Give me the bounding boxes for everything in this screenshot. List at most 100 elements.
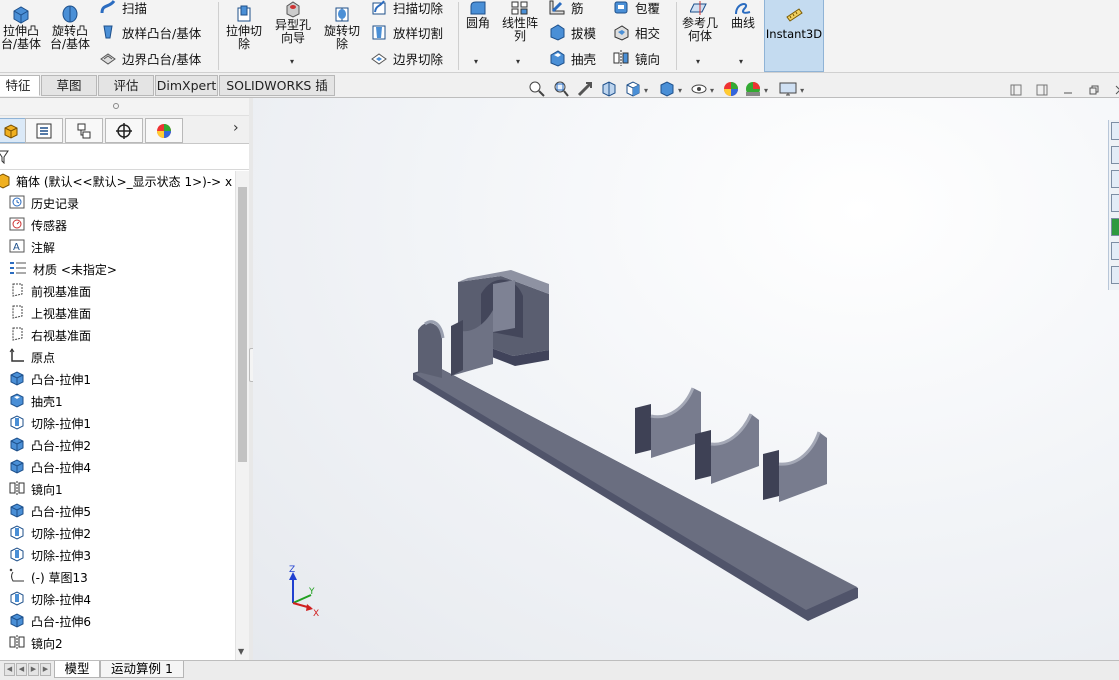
tree-item[interactable]: 切除-拉伸3 [0,544,236,566]
tree-item[interactable]: 右视基准面 [0,324,236,346]
tab-model[interactable]: 模型 [54,661,100,678]
section-view-icon[interactable] [600,80,618,101]
minimize-icon[interactable] [1055,82,1081,98]
tab-configuration-manager[interactable] [65,118,103,143]
view-settings-caret[interactable]: ▾ [800,86,804,95]
hide-show-caret[interactable]: ▾ [710,86,714,95]
panel-collapse-right-icon[interactable] [1029,82,1055,98]
view-orientation-icon[interactable] [624,80,642,101]
tab-property-manager[interactable] [25,118,63,143]
wrap-button[interactable]: 包覆 [612,0,660,17]
revolve-cut-button[interactable]: 旋转切 除 [320,4,364,51]
task-pane-appearances-icon[interactable] [1111,218,1119,236]
mirror-button[interactable]: 镜向 [612,48,660,68]
tree-item[interactable]: 历史记录 [0,192,236,214]
zoom-to-fit-icon[interactable] [528,80,546,101]
tree-item[interactable]: 镜向1 [0,478,236,500]
restore-icon[interactable] [1081,82,1107,98]
task-pane-resources-icon[interactable] [1111,146,1119,164]
previous-tab-icon[interactable]: ◀ [16,663,27,676]
reference-geometry-button[interactable]: 参考几 何体 ▾ [678,0,722,66]
display-style-icon[interactable] [658,80,676,101]
tree-item[interactable]: 凸台-拉伸5 [0,500,236,522]
hole-wizard-caret[interactable]: ▾ [290,55,294,68]
shell-button[interactable]: 抽壳 [548,48,596,68]
tree-item[interactable]: 抽壳1 [0,390,236,412]
tree-item[interactable]: 凸台-拉伸6 [0,610,236,632]
tree-scrollbar[interactable]: ▼ [235,171,249,660]
boundary-cut-button[interactable]: 边界切除 [370,48,443,68]
display-style-caret[interactable]: ▾ [678,86,682,95]
tab-solidworks-addins[interactable]: SOLIDWORKS 插件 [219,75,335,112]
extrude-cut-button[interactable]: 拉伸切 除 [222,4,266,51]
tree-item[interactable]: 前视基准面 [0,280,236,302]
close-icon[interactable] [1107,82,1119,98]
task-pane-forum-icon[interactable] [1111,266,1119,284]
tree-item[interactable]: 凸台-拉伸4 [0,456,236,478]
tree-item[interactable]: 上视基准面 [0,302,236,324]
tree-item[interactable]: 材质 <未指定> [0,258,236,280]
last-tab-icon[interactable]: ▶ [40,663,51,676]
tree-item[interactable]: 凸台-拉伸2 [0,434,236,456]
filter-icon[interactable] [0,150,10,164]
previous-view-icon[interactable] [576,80,594,101]
rib-button[interactable]: 筋 [548,0,584,17]
curves-caret[interactable]: ▾ [739,55,743,68]
tree-item[interactable]: 切除-拉伸1 [0,412,236,434]
lofted-cut-button[interactable]: 放样切割 [370,22,443,42]
tab-dimxpert[interactable]: DimXpert [155,75,218,96]
tree-item[interactable]: 镜向2 [0,632,236,654]
curves-button[interactable]: 曲线 ▾ [726,0,760,66]
view-orientation-caret[interactable]: ▾ [644,86,648,95]
zoom-to-area-icon[interactable] [552,80,570,101]
tree-root-part[interactable]: 箱体 (默认<<默认>_显示状态 1>)-> x [0,171,236,192]
first-tab-icon[interactable]: ◀ [4,663,15,676]
task-pane-custom-properties-icon[interactable] [1111,242,1119,260]
tab-display-manager[interactable] [145,118,183,143]
tree-item[interactable]: 切除-拉伸4 [0,588,236,610]
linear-pattern-button[interactable]: 线性阵 列 ▾ [498,0,542,66]
next-tab-icon[interactable]: ▶ [28,663,39,676]
instant3d-button[interactable]: Instant3D [764,0,824,72]
tree-filter-row[interactable] [0,144,250,170]
swept-cut-button[interactable]: 扫描切除 [370,0,443,17]
tab-features[interactable]: 特征 [0,75,40,96]
tree-item[interactable]: 原点 [0,346,236,368]
scrollbar-thumb[interactable] [238,187,247,462]
revolve-boss-button[interactable]: 旋转凸 台/基体 [47,4,93,51]
model-3d-view[interactable]: Z Y X [253,98,1119,660]
view-settings-icon[interactable] [778,80,798,101]
task-pane-design-library-icon[interactable] [1111,170,1119,188]
tree-item[interactable]: (-) 草图13 [0,566,236,588]
hole-wizard-button[interactable]: 异型孔 向导 ▾ [270,0,316,66]
more-tabs-arrow-icon[interactable]: › [233,120,239,136]
panel-collapse-left-icon[interactable] [1003,82,1029,98]
tab-motion-study[interactable]: 运动算例 1 [100,661,184,678]
tree-item[interactable]: 切除-拉伸2 [0,522,236,544]
graphics-area[interactable]: Z Y X [253,98,1119,660]
apply-scene-icon[interactable] [744,80,762,101]
tree-item[interactable]: 传感器 [0,214,236,236]
apply-scene-caret[interactable]: ▾ [764,86,768,95]
boundary-boss-button[interactable]: 边界凸台/基体 [99,48,201,68]
reference-geometry-caret[interactable]: ▾ [696,55,700,68]
loft-boss-button[interactable]: 放样凸台/基体 [99,22,201,42]
sweep-button[interactable]: 扫描 [99,0,147,17]
extrude-boss-button[interactable]: 拉伸凸 台/基体 [0,4,42,51]
tree-item[interactable]: 凸台-拉伸1 [0,368,236,390]
tab-dimxpert-manager[interactable] [105,118,143,143]
scroll-down-arrow-icon[interactable]: ▼ [238,647,244,656]
edit-appearance-icon[interactable] [722,80,740,101]
task-pane-file-explorer-icon[interactable] [1111,194,1119,212]
tab-sketch[interactable]: 草图 [41,75,97,96]
task-pane-home-icon[interactable] [1111,122,1119,140]
intersect-button[interactable]: 相交 [612,22,660,42]
draft-button[interactable]: 拔模 [548,22,596,42]
hide-show-items-icon[interactable] [690,80,708,101]
panel-grip[interactable] [0,98,250,116]
tab-evaluate[interactable]: 评估 [98,75,154,96]
linear-pattern-caret[interactable]: ▾ [516,55,520,68]
tree-item[interactable]: A 注解 [0,236,236,258]
fillet-button[interactable]: 圆角 ▾ [462,0,494,66]
fillet-caret[interactable]: ▾ [474,55,478,68]
